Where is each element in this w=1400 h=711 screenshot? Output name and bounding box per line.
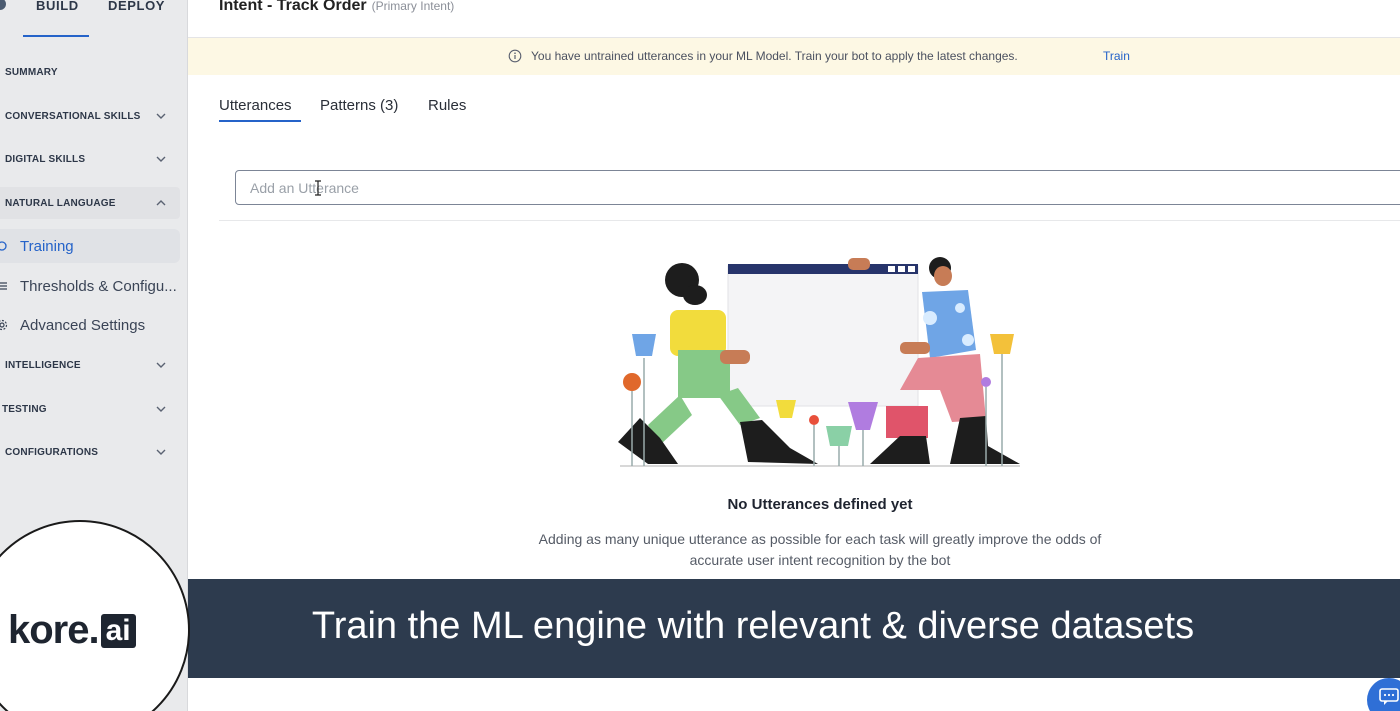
sidebar-section-label: INTELLIGENCE (5, 359, 81, 371)
sidebar-section-digital-skills[interactable]: DIGITAL SKILLS (0, 143, 188, 175)
divider (219, 220, 1400, 221)
sidebar-section-conversational-skills[interactable]: CONVERSATIONAL SKILLS (0, 100, 188, 132)
tab-utterances[interactable]: Utterances (219, 97, 292, 114)
tab-patterns[interactable]: Patterns (3) (320, 97, 398, 114)
empty-state-title: No Utterances defined yet (727, 496, 913, 513)
chevron-down-icon (156, 406, 166, 412)
caption-band: Train the ML engine with relevant & dive… (188, 579, 1400, 678)
page-title: Intent - Track Order (Primary Intent) (219, 0, 454, 15)
active-tab-underline (219, 120, 301, 122)
intent-name: Intent - Track Order (219, 0, 367, 14)
sidebar-item-training[interactable]: Training (0, 229, 180, 263)
info-icon (508, 49, 522, 63)
sidebar-section-configurations[interactable]: CONFIGURATIONS (0, 436, 188, 468)
training-icon (0, 241, 7, 251)
app-root: BUILD DEPLOY SUMMARY CONVERSATIONAL SKIL… (0, 0, 1400, 711)
sidebar-section-intelligence[interactable]: INTELLIGENCE (0, 349, 188, 381)
utterance-input[interactable] (235, 170, 1400, 205)
sidebar-section-testing[interactable]: TESTING (0, 393, 188, 425)
logo-ai-text: ai (100, 614, 136, 648)
sliders-icon (0, 282, 7, 290)
caption-text: Train the ML engine with relevant & dive… (311, 605, 1195, 647)
empty-state-illustration (618, 257, 1020, 467)
sidebar-item-label: Advanced Settings (20, 316, 146, 334)
tab-build-underline (23, 35, 89, 37)
train-link[interactable]: Train (1103, 49, 1130, 63)
top-nav: BUILD DEPLOY (0, 0, 188, 38)
chat-button[interactable] (1367, 678, 1400, 711)
chevron-down-icon (156, 156, 166, 162)
chevron-up-icon (156, 200, 166, 206)
empty-state-description: Adding as many unique utterance as possi… (480, 529, 1160, 571)
logo-text: kore. (8, 608, 100, 652)
tab-deploy[interactable]: DEPLOY (108, 0, 165, 13)
intent-type: (Primary Intent) (371, 0, 455, 13)
sidebar-section-label: TESTING (2, 403, 47, 415)
chevron-down-icon (156, 362, 166, 368)
tab-rules[interactable]: Rules (428, 97, 466, 114)
banner-message: You have untrained utterances in your ML… (531, 49, 1018, 63)
tab-build[interactable]: BUILD (36, 0, 79, 13)
empty-state-line: accurate user intent recognition by the … (689, 552, 951, 568)
sidebar-section-label: CONFIGURATIONS (5, 446, 99, 458)
sidebar-section-label: SUMMARY (5, 66, 58, 78)
sidebar-section-label: DIGITAL SKILLS (5, 153, 86, 165)
chat-icon (1379, 688, 1399, 705)
page-header: Intent - Track Order (Primary Intent) (188, 0, 1400, 38)
sidebar-item-label: Training (20, 237, 74, 255)
untrained-banner: You have untrained utterances in your ML… (188, 38, 1400, 75)
text-cursor-icon (315, 180, 321, 196)
gear-icon (0, 319, 8, 331)
sidebar-section-natural-language[interactable]: NATURAL LANGUAGE (0, 187, 180, 219)
app-logo-icon (0, 0, 6, 10)
sidebar-item-label: Thresholds & Configu... (20, 277, 177, 295)
sidebar-section-label: NATURAL LANGUAGE (5, 197, 116, 209)
sidebar-section-summary[interactable]: SUMMARY (0, 56, 188, 88)
kore-ai-logo: kore. ai (8, 608, 136, 653)
chevron-down-icon (156, 113, 166, 119)
intent-tabs: Utterances Patterns (3) Rules (219, 93, 619, 123)
sidebar-section-label: CONVERSATIONAL SKILLS (5, 110, 141, 122)
empty-state-line: Adding as many unique utterance as possi… (538, 531, 1102, 547)
chevron-down-icon (156, 449, 166, 455)
